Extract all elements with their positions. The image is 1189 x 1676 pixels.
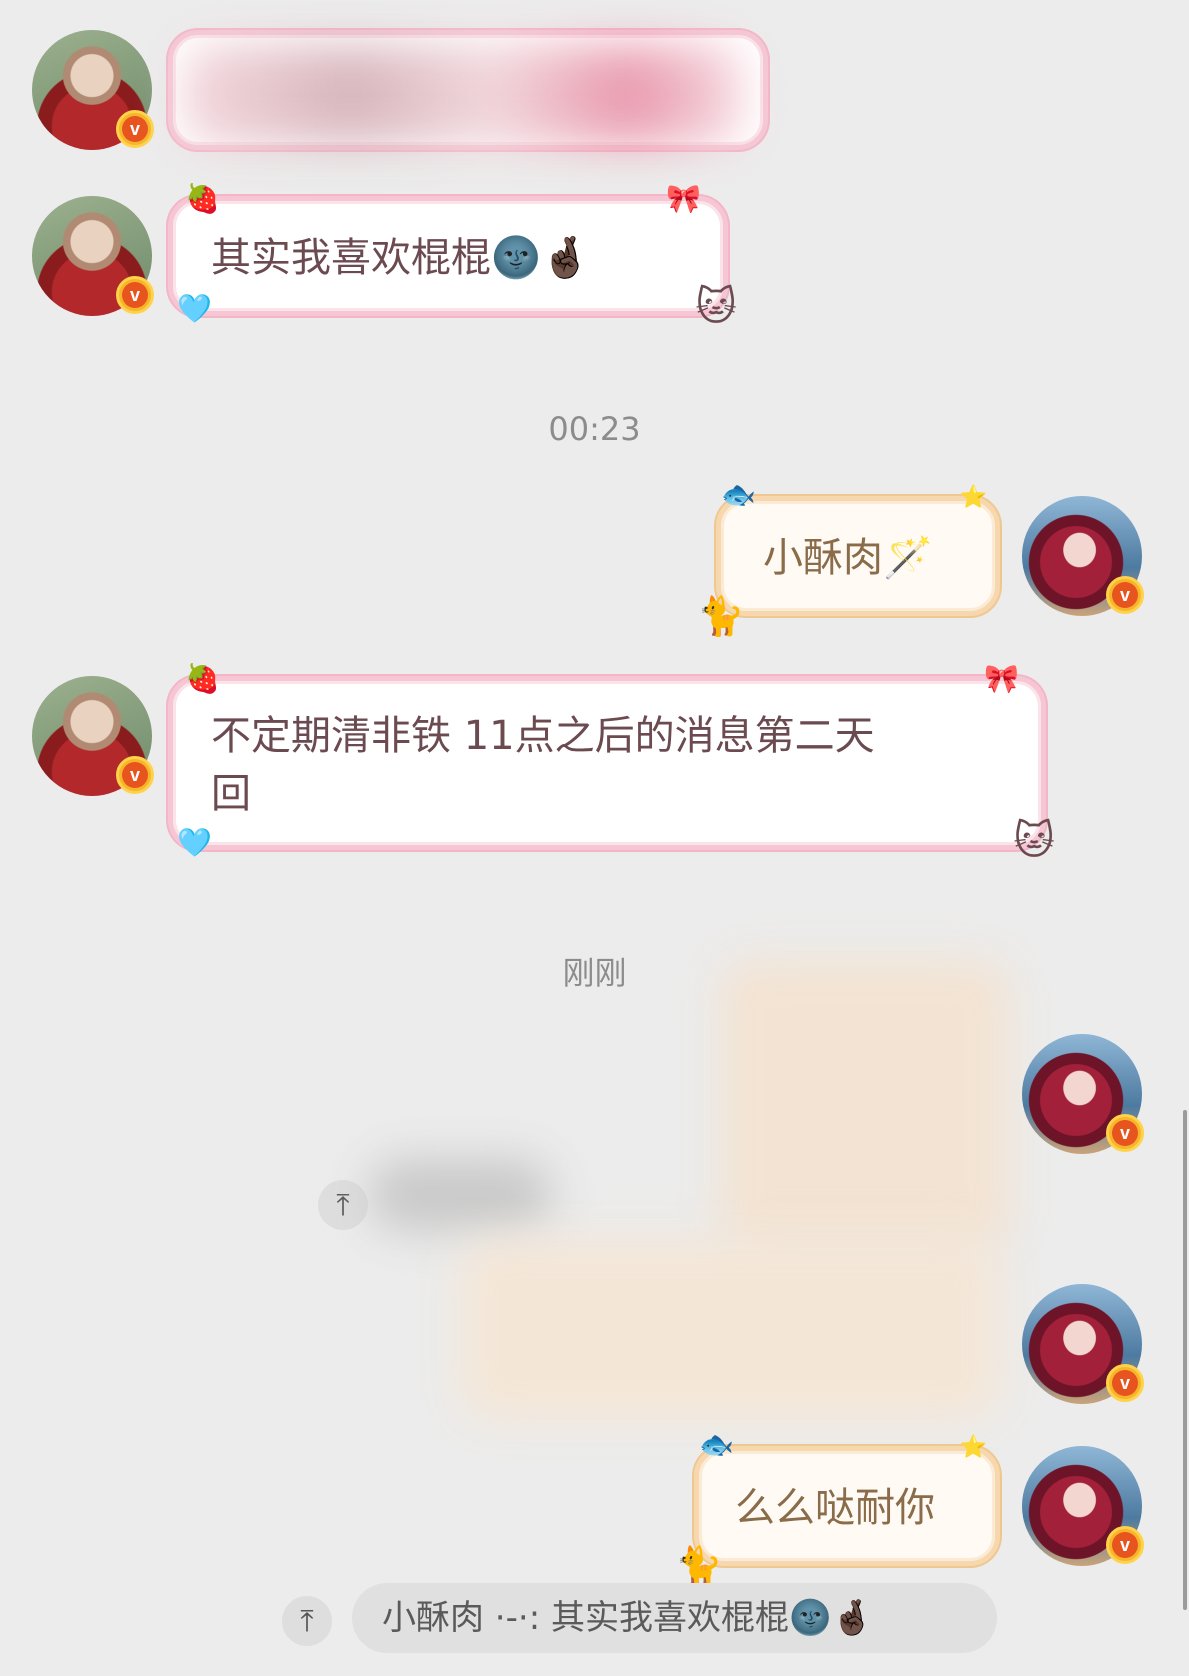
- message-text: 小酥肉: [763, 535, 883, 581]
- blurred-message: [460, 1240, 1000, 1420]
- message-text-line2: 回: [211, 771, 251, 817]
- bow-icon: 🎀: [984, 662, 1019, 695]
- message-bubble[interactable]: 不定期清非铁 11点之后的消息第二天 回 🍓 🎀 🩵 🐱: [168, 665, 1055, 861]
- strawberry-icon: 🍓: [185, 182, 220, 215]
- pin-to-top-button[interactable]: ⤒: [318, 1180, 368, 1230]
- verified-badge-icon: v: [116, 756, 154, 794]
- strawberry-icon: 🍓: [185, 662, 220, 695]
- bow-icon: 🎀: [666, 182, 701, 215]
- blurred-message: [720, 960, 1010, 1250]
- cat-sticker-icon: 🐈: [697, 594, 745, 638]
- avatar[interactable]: v: [1022, 496, 1144, 616]
- cat-sticker-icon: 🐈: [675, 1544, 723, 1588]
- verified-badge-icon: v: [1106, 1114, 1144, 1152]
- message-bubble[interactable]: 小酥肉🪄 🐟 ⭐ 🐈: [697, 481, 1000, 635]
- star-icon: ⭐: [959, 1435, 987, 1460]
- message-emoji: 🪄: [883, 535, 933, 581]
- star-icon: ⭐: [959, 485, 987, 510]
- timestamp: 00:23: [548, 410, 641, 448]
- message-text: 么么哒耐你: [735, 1485, 935, 1531]
- reply-quote[interactable]: 小酥肉 ·-·: 其实我喜欢棍棍🌚🤞🏿: [352, 1583, 997, 1653]
- reply-quote-text: 小酥肉 ·-·: 其实我喜欢棍棍🌚🤞🏿: [382, 1598, 874, 1638]
- avatar[interactable]: v: [32, 196, 154, 316]
- message-bubble[interactable]: 其实我喜欢棍棍🌚🤞🏿 🍓 🎀 🩵 🐱: [168, 185, 737, 327]
- kitty-sticker-icon: 🐱: [1013, 818, 1055, 864]
- kitty-sticker-icon: 🐱: [695, 284, 737, 330]
- avatar[interactable]: v: [32, 676, 154, 796]
- avatar[interactable]: v: [1022, 1034, 1144, 1154]
- verified-badge-icon: v: [1106, 1526, 1144, 1564]
- pin-icon: ⤒: [300, 1603, 314, 1639]
- sticker-icon: 🐟: [699, 1428, 734, 1461]
- blurred-content: [370, 1160, 550, 1230]
- sticker-icon: 🐟: [721, 478, 756, 511]
- scroll-to-top-button[interactable]: ⤒: [282, 1596, 332, 1646]
- message-emoji: 🌚🤞🏿: [491, 235, 591, 281]
- heart-icon: 🩵: [177, 292, 212, 325]
- avatar[interactable]: v: [1022, 1284, 1144, 1404]
- message-bubble[interactable]: 么么哒耐你 🐟 ⭐ 🐈: [675, 1431, 1000, 1585]
- message-text: 其实我喜欢棍棍: [211, 235, 491, 281]
- scrollbar[interactable]: [1183, 1110, 1187, 1610]
- verified-badge-icon: v: [1106, 1364, 1144, 1402]
- message-text: 不定期清非铁 11点之后的消息第二天: [211, 713, 875, 759]
- heart-icon: 🩵: [177, 826, 212, 859]
- pin-icon: ⤒: [336, 1187, 350, 1223]
- timestamp: 刚刚: [562, 954, 627, 992]
- verified-badge-icon: v: [116, 110, 154, 148]
- message-bubble-blurred[interactable]: [168, 30, 768, 150]
- verified-badge-icon: v: [116, 276, 154, 314]
- avatar[interactable]: v: [1022, 1446, 1144, 1566]
- verified-badge-icon: v: [1106, 576, 1144, 614]
- avatar[interactable]: v: [32, 30, 154, 150]
- blurred-content: [183, 45, 743, 145]
